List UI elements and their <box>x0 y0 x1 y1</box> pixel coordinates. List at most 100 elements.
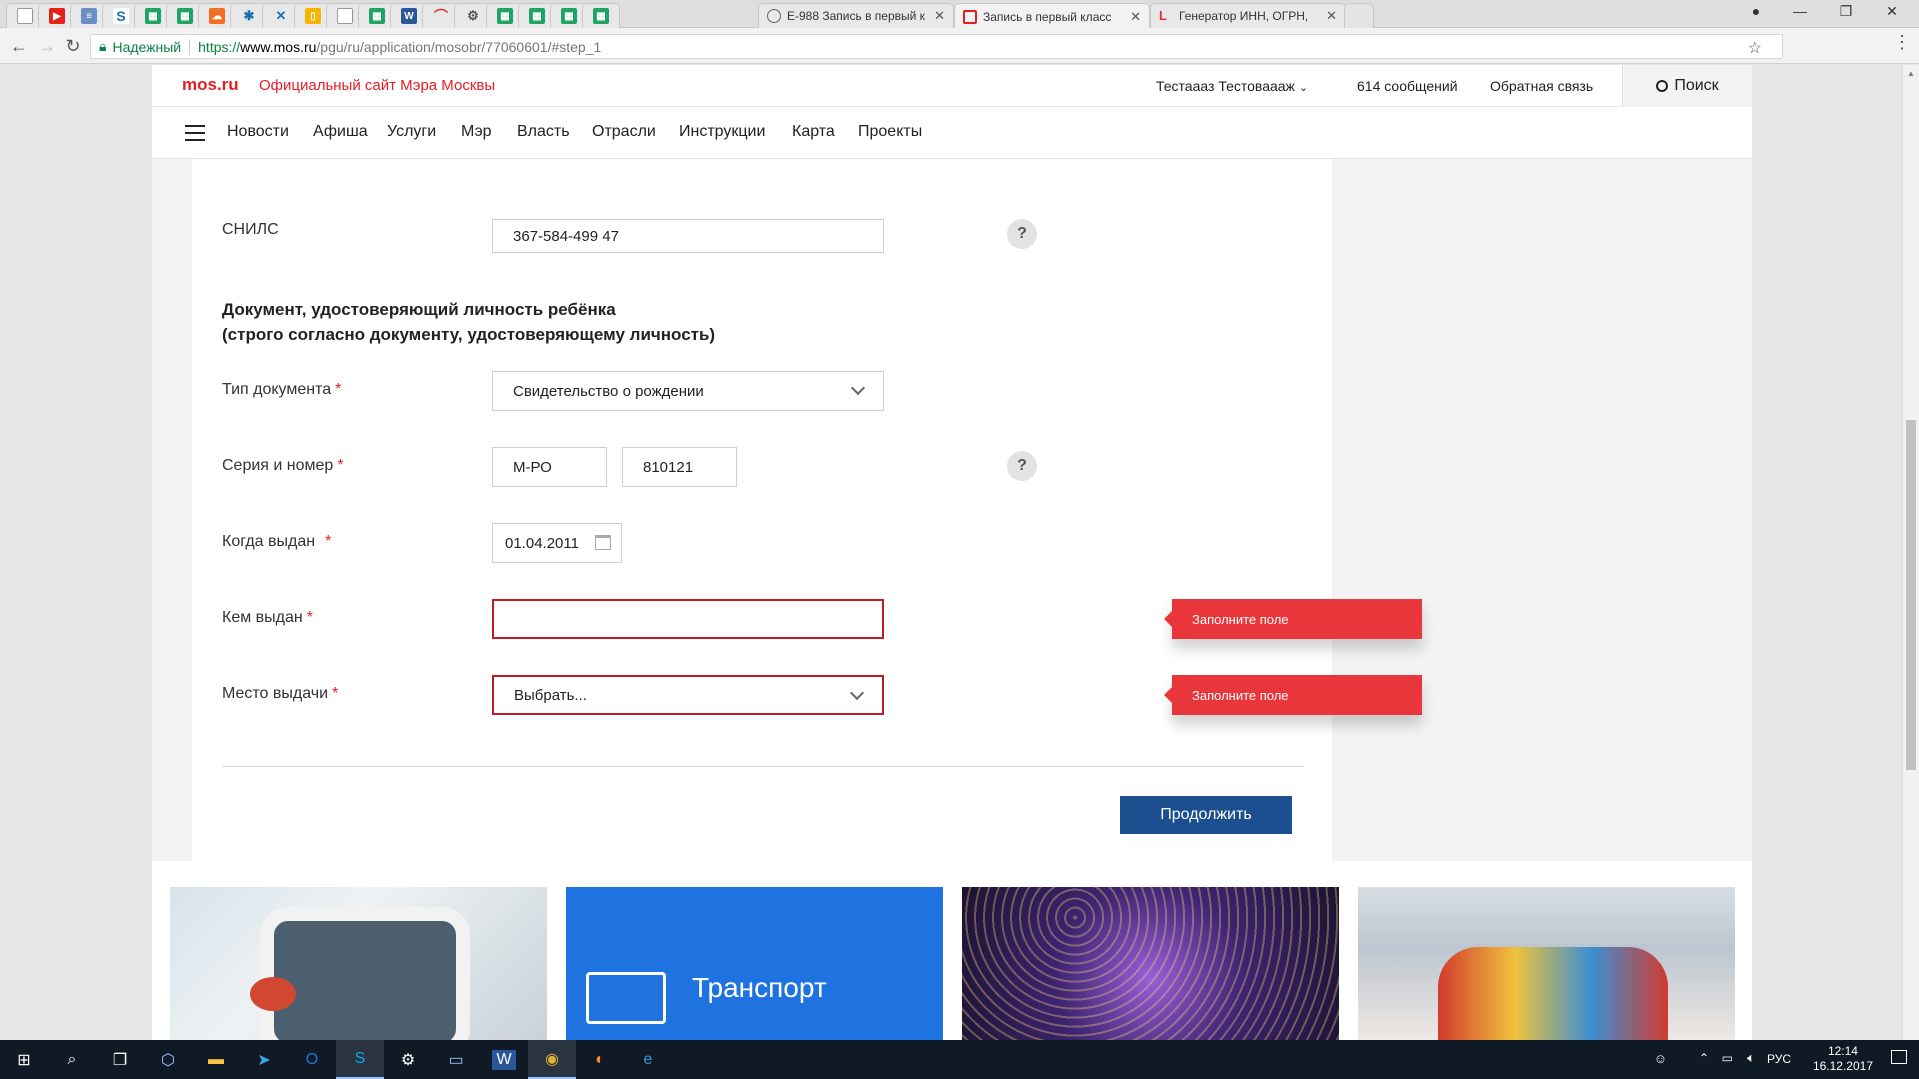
firefox-icon[interactable]: ◐ <box>576 1040 624 1079</box>
issue-place-select[interactable]: Выбрать... <box>492 675 884 715</box>
issued-by-input[interactable] <box>492 599 884 639</box>
document-icon <box>17 8 33 24</box>
word-icon: W <box>401 8 417 24</box>
series-input[interactable]: М-РО <box>492 447 607 487</box>
task-view-icon[interactable]: ❐ <box>96 1040 144 1079</box>
note-icon: ▯ <box>305 8 321 24</box>
winter-holiday-promo-tile[interactable] <box>1358 887 1735 1040</box>
snils-input[interactable]: 367-584-499 47 <box>492 219 884 253</box>
nav-afisha[interactable]: Афиша <box>313 123 368 141</box>
search-button[interactable]: Поиск <box>1622 65 1752 107</box>
snils-help-icon[interactable]: ? <box>1007 219 1037 249</box>
snils-label: СНИЛС <box>222 221 279 238</box>
language-indicator[interactable]: РУС <box>1767 1052 1791 1066</box>
clock[interactable]: 12:14 16.12.2017 <box>1813 1044 1873 1074</box>
minimize-button[interactable]: — <box>1780 3 1820 19</box>
close-icon[interactable]: ✕ <box>1326 8 1337 24</box>
browser-toolbar: ← → ↻ 🔒︎ Надежный https://www.mos.ru/pgu… <box>0 28 1919 64</box>
telegram-icon[interactable]: ➤ <box>240 1040 288 1079</box>
internet-explorer-icon[interactable]: e <box>624 1040 672 1079</box>
address-bar[interactable]: 🔒︎ Надежный https://www.mos.ru/pgu/ru/ap… <box>90 34 1783 59</box>
clock-time: 12:14 <box>1827 1044 1858 1058</box>
doc-type-select[interactable]: Свидетельство о рождении <box>492 371 884 411</box>
new-tab-button[interactable] <box>1344 3 1374 28</box>
chrome-icon[interactable]: ◉ <box>528 1040 576 1079</box>
tab-e988[interactable]: E-988 Запись в первый к ✕ <box>758 3 954 28</box>
close-icon[interactable]: ✕ <box>934 8 945 24</box>
application-form: СНИЛС 367-584-499 47 ? Документ, удостов… <box>192 159 1422 865</box>
notepad-icon[interactable]: ▭ <box>432 1040 480 1079</box>
x-icon: ✕ <box>275 8 287 23</box>
section-title: Документ, удостоверяющий личность ребёнк… <box>222 297 715 347</box>
spreadsheet-icon: ▦ <box>561 8 577 24</box>
notifications-icon[interactable] <box>1891 1050 1907 1064</box>
festival-promo-tile[interactable] <box>962 887 1339 1040</box>
network-icon[interactable]: ▭ <box>1722 1051 1733 1065</box>
required-mark: * <box>325 533 332 550</box>
restore-button[interactable]: ❐ <box>1826 3 1866 20</box>
feedback-link[interactable]: Обратная связь <box>1490 78 1593 94</box>
scroll-up-arrow-icon[interactable]: ▲ <box>1907 69 1915 78</box>
tray-chevron-up-icon[interactable]: ⌃ <box>1699 1051 1709 1065</box>
nav-instructions[interactable]: Инструкции <box>679 123 765 141</box>
menu-icon[interactable]: ⋮ <box>1893 32 1911 53</box>
soundcloud-icon: ☁ <box>209 8 225 24</box>
section-title-line-2: (строго согласно документу, удостоверяющ… <box>222 325 716 344</box>
file-explorer-icon[interactable]: ▬ <box>192 1040 240 1079</box>
settings-gear-icon[interactable]: ⚙ <box>384 1040 432 1079</box>
close-icon[interactable]: ✕ <box>1130 9 1141 25</box>
transport-promo-tile[interactable]: Транспорт <box>566 887 943 1040</box>
series-help-icon[interactable]: ? <box>1007 451 1037 481</box>
calendar-icon[interactable] <box>595 535 611 550</box>
profile-icon[interactable]: ● <box>1736 3 1776 19</box>
tram-icon <box>586 972 666 1024</box>
cube-app-icon[interactable]: ⬡ <box>144 1040 192 1079</box>
windows-taskbar: ⊞ ⌕ ❐ ⬡ ▬ ➤ O S ⚙ ▭ W ◉ ◐ e ☺ ⌃ ▭ 🔈︎ РУС… <box>0 1040 1919 1079</box>
youtube-icon: ▶ <box>49 8 65 24</box>
volume-icon[interactable]: 🔈︎ <box>1747 1050 1755 1066</box>
page-scrollbar[interactable]: ▲ <box>1902 65 1919 1040</box>
pinned-tab-sheet-7[interactable]: ▦ <box>582 3 620 28</box>
people-icon[interactable]: ☺ <box>1654 1051 1667 1066</box>
site-logo[interactable]: mos.ru <box>182 75 239 95</box>
skype-icon[interactable]: S <box>336 1040 384 1079</box>
hamburger-menu-icon[interactable] <box>185 125 205 141</box>
nav-news[interactable]: Новости <box>227 123 289 141</box>
user-menu[interactable]: Тестаааз Тестоваааж ⌄ <box>1156 78 1308 94</box>
chevron-down-icon <box>849 685 865 701</box>
bullfinch-image <box>250 977 296 1011</box>
outlook-icon[interactable]: O <box>288 1040 336 1079</box>
issue-place-error-tooltip: Заполните поле <box>1164 675 1422 715</box>
transport-label: Транспорт <box>692 972 827 1003</box>
metro-promo-tile[interactable] <box>170 887 547 1040</box>
forward-button[interactable]: → <box>36 36 58 57</box>
url-scheme: https:// <box>198 38 241 55</box>
page-icon <box>767 9 781 23</box>
nav-government[interactable]: Власть <box>517 123 570 141</box>
nav-projects[interactable]: Проекты <box>858 123 922 141</box>
form-divider <box>222 766 1304 767</box>
tab-current[interactable]: Запись в первый класс ✕ <box>954 3 1150 29</box>
word-icon[interactable]: W <box>480 1040 528 1079</box>
nav-mayor[interactable]: Мэр <box>461 123 492 141</box>
required-mark: * <box>306 609 313 626</box>
back-button[interactable]: ← <box>8 36 30 57</box>
close-window-button[interactable]: ✕ <box>1872 3 1912 20</box>
start-windows-icon[interactable]: ⊞ <box>0 1040 48 1079</box>
issue-date-input[interactable]: 01.04.2011 <box>492 523 622 563</box>
nav-services[interactable]: Услуги <box>387 123 436 141</box>
tab-generator[interactable]: L Генератор ИНН, ОГРН, ✕ <box>1150 3 1346 28</box>
bookmark-star-icon[interactable]: ☆ <box>1748 38 1762 58</box>
nav-industries[interactable]: Отрасли <box>592 123 656 141</box>
site-title[interactable]: Официальный сайт Мэра Москвы <box>259 77 495 94</box>
site-navigation: Новости Афиша Услуги Мэр Власть Отрасли … <box>152 107 1752 159</box>
reload-button[interactable]: ↻ <box>62 36 84 57</box>
scrollbar-thumb[interactable] <box>1906 420 1916 770</box>
metro-car-image <box>260 907 470 1040</box>
number-input[interactable]: 810121 <box>622 447 737 487</box>
search-icon[interactable]: ⌕ <box>48 1040 96 1079</box>
nav-map[interactable]: Карта <box>792 123 835 141</box>
continue-button[interactable]: Продолжить <box>1120 796 1292 834</box>
messages-link[interactable]: 614 сообщений <box>1357 78 1458 94</box>
spreadsheet-icon: ▦ <box>593 8 609 24</box>
